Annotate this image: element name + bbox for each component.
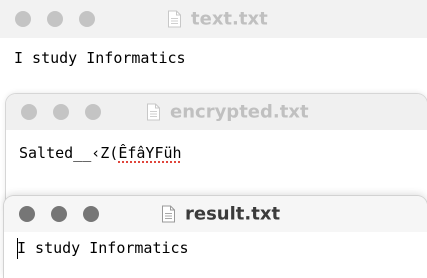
text-window-titlebar[interactable]: text.txt (0, 0, 427, 38)
window-title: encrypted.txt (147, 102, 309, 123)
zoom-button[interactable] (79, 11, 95, 27)
document-icon (168, 10, 181, 28)
window-title: text.txt (168, 9, 268, 30)
encrypted-window-titlebar[interactable]: encrypted.txt (6, 94, 427, 130)
zoom-button[interactable] (83, 206, 99, 222)
result-window-titlebar[interactable]: result.txt (4, 196, 427, 232)
text-window: text.txt I study Informatics (0, 0, 427, 92)
encrypted-content-prefix: Salted__‹Z( (19, 144, 119, 162)
minimize-button[interactable] (47, 11, 63, 27)
document-icon (147, 103, 160, 121)
window-title-text: result.txt (185, 203, 281, 225)
text-content-line: I study Informatics (14, 49, 186, 67)
close-button[interactable] (21, 104, 37, 120)
minimize-button[interactable] (53, 104, 69, 120)
document-icon (162, 205, 175, 223)
zoom-button[interactable] (85, 104, 101, 120)
encrypted-content[interactable]: Salted__‹Z(ÊfâYFüh (19, 144, 182, 162)
text-content[interactable]: I study Informatics (14, 49, 186, 67)
window-title: result.txt (162, 204, 280, 225)
result-content[interactable]: I study Informatics (17, 239, 189, 257)
result-content-line: study Informatics (26, 239, 189, 257)
text-caret: I (17, 239, 27, 257)
close-button[interactable] (15, 11, 31, 27)
window-title-text: text.txt (191, 8, 268, 30)
spellcheck-flagged-text[interactable]: ÊfâYFüh (118, 144, 181, 162)
result-window: result.txt I study Informatics (4, 196, 427, 278)
window-title-text: encrypted.txt (170, 101, 309, 123)
close-button[interactable] (19, 206, 35, 222)
minimize-button[interactable] (51, 206, 67, 222)
